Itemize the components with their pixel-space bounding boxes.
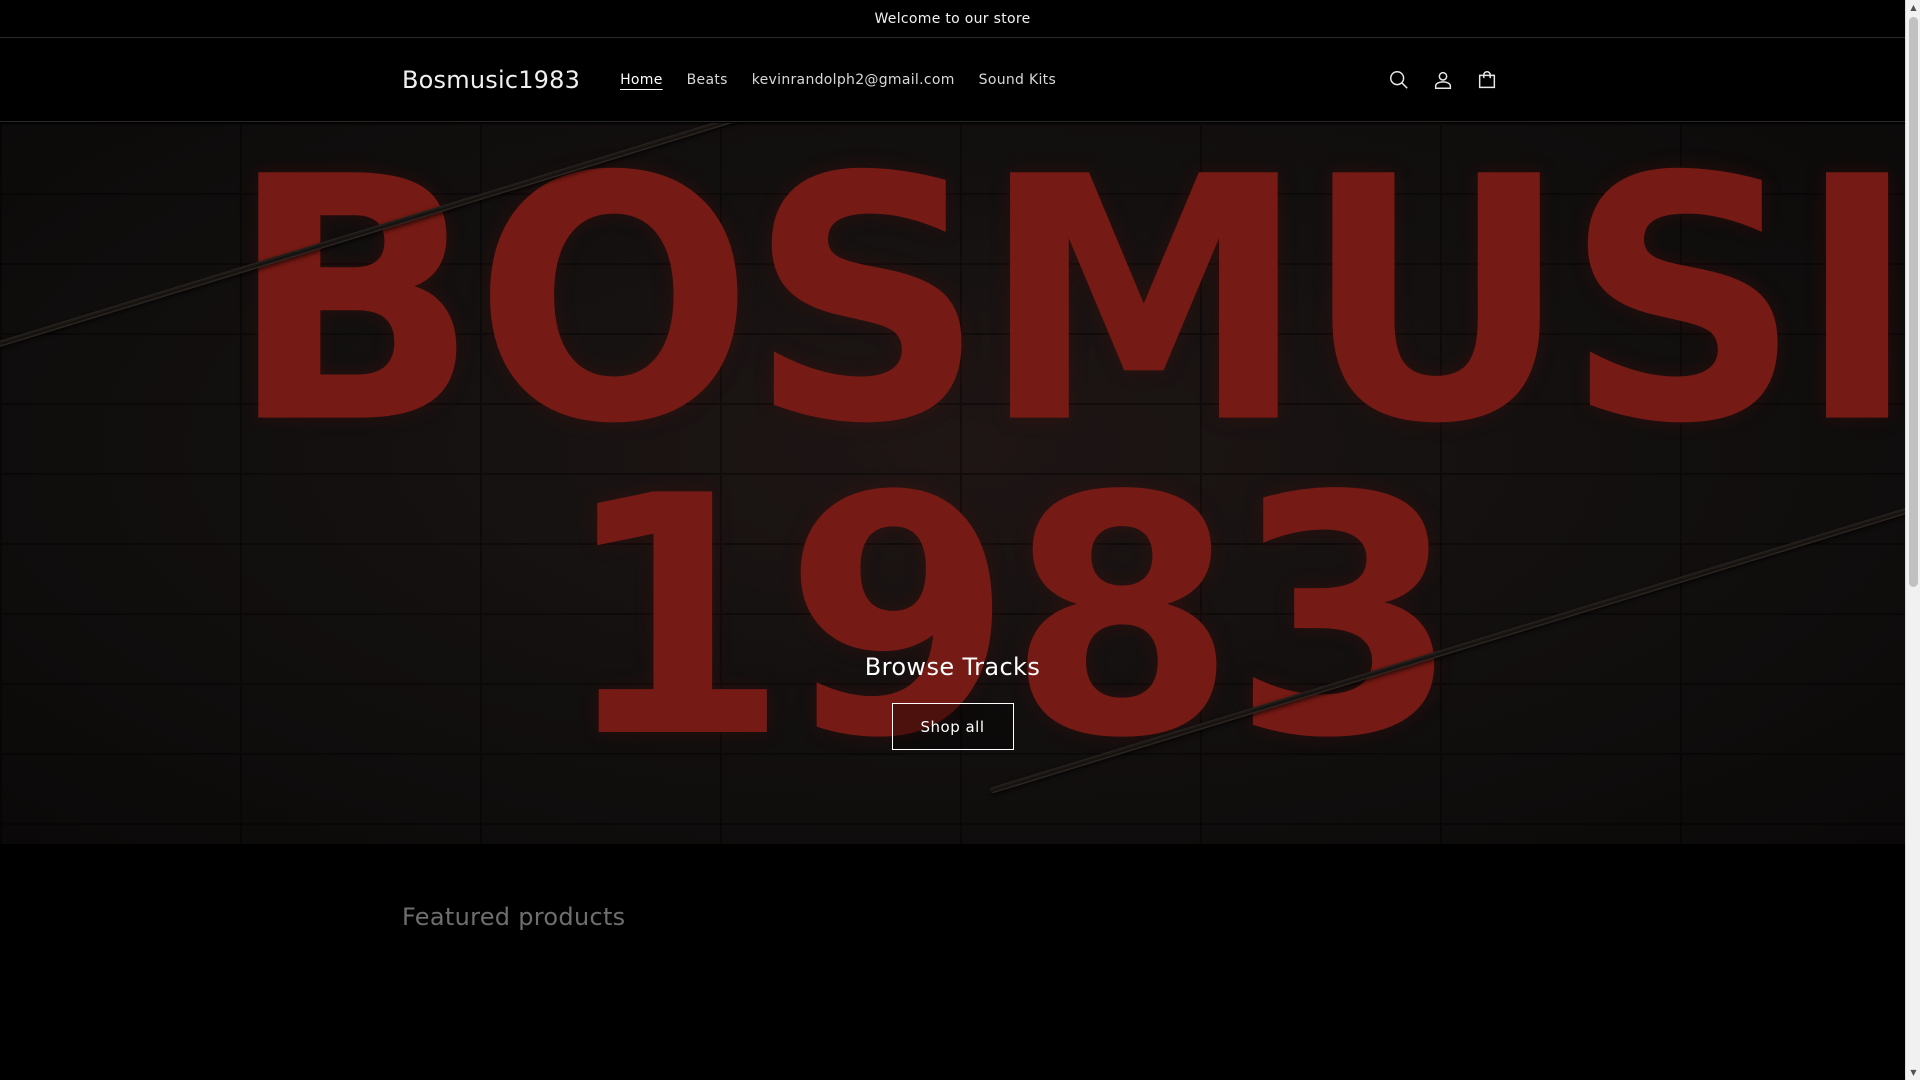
- store-logo[interactable]: Bosmusic1983: [402, 66, 580, 94]
- nav-email[interactable]: kevinrandolph2@gmail.com: [740, 72, 967, 88]
- search-icon[interactable]: [1383, 64, 1415, 96]
- cart-icon[interactable]: [1471, 64, 1503, 96]
- scroll-down-icon[interactable]: ▼: [1906, 1065, 1920, 1080]
- nav-sound-kits[interactable]: Sound Kits: [967, 72, 1068, 88]
- nav-home[interactable]: Home: [608, 72, 675, 88]
- featured-products-heading: Featured products: [402, 903, 626, 931]
- announcement-text: Welcome to our store: [874, 10, 1031, 27]
- main-nav: Home Beats kevinrandolph2@gmail.com Soun…: [608, 72, 1068, 88]
- shop-all-button[interactable]: Shop all: [891, 703, 1014, 750]
- hero-banner: BOSMUSIC 1983 Browse Tracks Shop all: [0, 123, 1905, 844]
- hero-content: Browse Tracks Shop all: [0, 653, 1905, 750]
- account-icon[interactable]: [1427, 64, 1459, 96]
- site-header: Bosmusic1983 Home Beats kevinrandolph2@g…: [0, 38, 1905, 122]
- page-scrollbar[interactable]: ▲ ▼: [1905, 0, 1920, 1080]
- scroll-up-icon[interactable]: ▲: [1906, 0, 1920, 15]
- header-icons: [1383, 64, 1503, 96]
- nav-beats[interactable]: Beats: [675, 72, 740, 88]
- scrollbar-thumb[interactable]: [1909, 17, 1918, 587]
- page: Welcome to our store Bosmusic1983 Home B…: [0, 0, 1905, 1080]
- announcement-bar: Welcome to our store: [0, 0, 1905, 38]
- hero-title: Browse Tracks: [864, 653, 1041, 681]
